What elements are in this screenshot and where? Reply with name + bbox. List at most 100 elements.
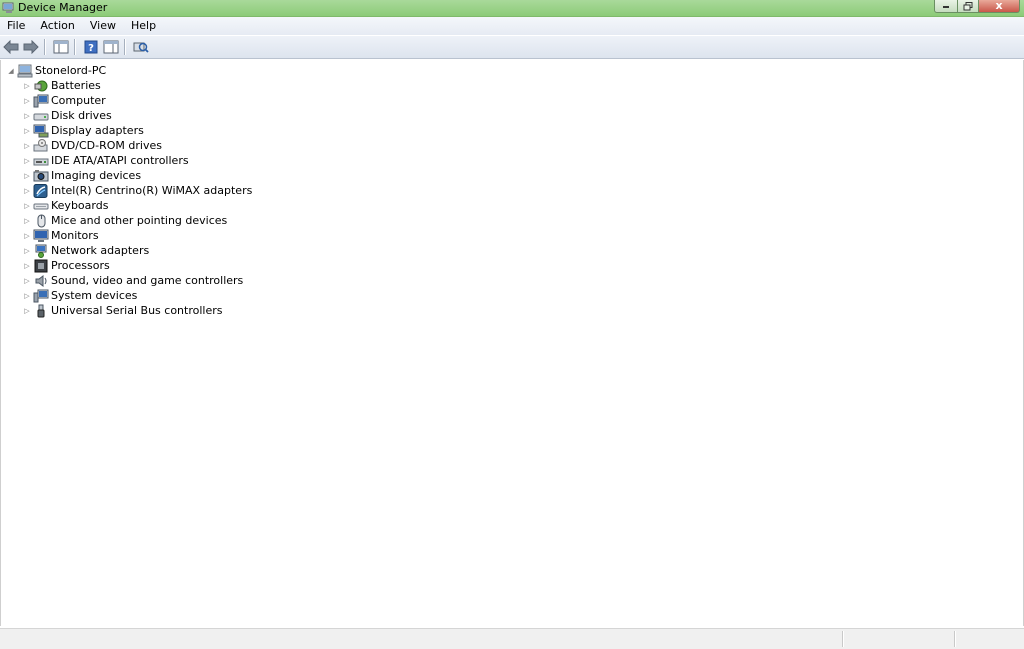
mouse-icon xyxy=(33,214,49,228)
tree-item-batteries[interactable]: ▷ Batteries xyxy=(23,78,101,93)
tree-item-system-devices[interactable]: ▷ System devices xyxy=(23,288,137,303)
tree-item-computer[interactable]: ▷ Computer xyxy=(23,93,106,108)
help-button[interactable]: ? xyxy=(82,38,100,56)
tree-item-label: Intel(R) Centrino(R) WiMAX adapters xyxy=(51,183,253,197)
device-manager-icon xyxy=(2,1,16,14)
properties-pane-icon xyxy=(103,40,119,54)
tree-item-mice[interactable]: ▷ Mice and other pointing devices xyxy=(23,213,227,228)
show-hide-console-tree-icon xyxy=(53,40,69,54)
keyboard-icon xyxy=(33,199,49,213)
scan-hardware-icon xyxy=(133,42,149,53)
expand-arrow-icon[interactable]: ▷ xyxy=(23,246,31,256)
menu-help[interactable]: Help xyxy=(124,17,164,35)
expand-arrow-icon[interactable]: ▷ xyxy=(23,276,31,286)
expand-arrow-icon[interactable]: ▷ xyxy=(23,141,31,151)
tree-item-label: Monitors xyxy=(51,228,99,242)
tree-root-label: Stonelord-PC xyxy=(35,63,107,77)
tree-item-label: Computer xyxy=(51,93,106,107)
expand-arrow-icon[interactable]: ▷ xyxy=(23,261,31,271)
back-arrow-icon xyxy=(3,40,19,54)
tree-item-label: Batteries xyxy=(51,78,101,92)
toolbar-separator xyxy=(44,39,46,55)
expand-arrow-icon[interactable]: ▷ xyxy=(23,81,31,91)
expand-arrow-icon[interactable]: ▷ xyxy=(23,216,31,226)
show-hide-console-tree-button[interactable] xyxy=(52,38,70,56)
system-device-icon xyxy=(33,289,49,303)
tree-item-label: Disk drives xyxy=(51,108,112,122)
tree-item-ide-controllers[interactable]: ▷ IDE ATA/ATAPI controllers xyxy=(23,153,189,168)
ide-controller-icon xyxy=(33,154,49,168)
expand-arrow-icon[interactable]: ▷ xyxy=(23,156,31,166)
tree-item-label: Keyboards xyxy=(51,198,109,212)
tree-item-disk-drives[interactable]: ▷ Disk drives xyxy=(23,108,112,123)
tree-item-label: DVD/CD-ROM drives xyxy=(51,138,162,152)
tree-item-label: System devices xyxy=(51,288,138,302)
restore-button[interactable] xyxy=(958,0,979,13)
expand-arrow-icon[interactable]: ▷ xyxy=(23,111,31,121)
tree-item-imaging-devices[interactable]: ▷ Imaging devices xyxy=(23,168,141,183)
status-divider xyxy=(954,631,956,647)
back-button[interactable] xyxy=(2,38,20,56)
toolbar: ? xyxy=(0,36,1024,59)
forward-button[interactable] xyxy=(22,38,40,56)
tree-item-display-adapters[interactable]: ▷ Display adapters xyxy=(23,123,144,138)
tree-item-label: Universal Serial Bus controllers xyxy=(51,303,223,317)
tree-item-label: Network adapters xyxy=(51,243,150,257)
minimize-button[interactable] xyxy=(934,0,958,13)
expand-arrow-icon[interactable]: ▷ xyxy=(23,96,31,106)
device-tree: ◢ Stonelord-PC ▷ Batteries ▷ Computer ▷ … xyxy=(0,60,1024,626)
dvd-drive-icon xyxy=(33,138,49,153)
computer-root-icon xyxy=(17,64,33,78)
close-icon: x xyxy=(995,0,1003,12)
usb-icon xyxy=(33,304,49,318)
tree-item-usb-controllers[interactable]: ▷ Universal Serial Bus controllers xyxy=(23,303,222,318)
window-controls: x xyxy=(934,0,1020,13)
expand-arrow-icon[interactable]: ▷ xyxy=(23,186,31,196)
battery-icon xyxy=(33,79,49,93)
toolbar-separator xyxy=(74,39,76,55)
tree-item-network-adapters[interactable]: ▷ Network adapters xyxy=(23,243,149,258)
tree-root[interactable]: ◢ Stonelord-PC xyxy=(7,63,106,78)
window-title: Device Manager xyxy=(18,1,108,14)
forward-arrow-icon xyxy=(23,40,39,54)
imaging-device-icon xyxy=(33,169,49,183)
menu-view[interactable]: View xyxy=(83,17,124,35)
expand-arrow-icon[interactable]: ▷ xyxy=(23,231,31,241)
tree-item-label: Sound, video and game controllers xyxy=(51,273,244,287)
tree-item-label: IDE ATA/ATAPI controllers xyxy=(51,153,189,167)
status-divider xyxy=(842,631,844,647)
tree-item-wimax-adapters[interactable]: ▷ Intel(R) Centrino(R) WiMAX adapters xyxy=(23,183,252,198)
tree-item-label: Processors xyxy=(51,258,110,272)
expand-arrow-icon[interactable]: ▷ xyxy=(23,126,31,136)
svg-text:?: ? xyxy=(88,43,94,54)
properties-pane-button[interactable] xyxy=(102,38,120,56)
tree-item-sound-controllers[interactable]: ▷ Sound, video and game controllers xyxy=(23,273,243,288)
expand-arrow-icon[interactable]: ▷ xyxy=(23,291,31,301)
expand-arrow-icon[interactable]: ▷ xyxy=(23,306,31,316)
menu-action[interactable]: Action xyxy=(33,17,82,35)
tree-item-dvd-drives[interactable]: ▷ DVD/CD-ROM drives xyxy=(23,138,162,153)
menu-bar: File Action View Help xyxy=(0,17,1024,35)
sound-icon xyxy=(33,274,49,288)
display-adapter-icon xyxy=(33,124,49,138)
monitor-icon xyxy=(33,229,49,243)
network-adapter-icon xyxy=(33,244,49,258)
scan-hardware-button[interactable] xyxy=(132,38,150,56)
computer-icon xyxy=(33,94,49,108)
collapse-arrow-icon[interactable]: ◢ xyxy=(7,66,15,76)
expand-arrow-icon[interactable]: ▷ xyxy=(23,171,31,181)
tree-item-processors[interactable]: ▷ Processors xyxy=(23,258,110,273)
expand-arrow-icon[interactable]: ▷ xyxy=(23,201,31,211)
wimax-adapter-icon xyxy=(33,183,49,198)
tree-item-keyboards[interactable]: ▷ Keyboards xyxy=(23,198,108,213)
status-bar xyxy=(0,628,1024,649)
menu-file[interactable]: File xyxy=(0,17,33,35)
tree-item-label: Display adapters xyxy=(51,123,144,137)
close-button[interactable]: x xyxy=(979,0,1020,13)
help-icon: ? xyxy=(84,40,98,54)
title-bar: Device Manager x xyxy=(0,0,1024,17)
tree-item-monitors[interactable]: ▷ Monitors xyxy=(23,228,99,243)
disk-drive-icon xyxy=(33,109,49,123)
tree-item-label: Imaging devices xyxy=(51,168,142,182)
toolbar-separator xyxy=(124,39,126,55)
